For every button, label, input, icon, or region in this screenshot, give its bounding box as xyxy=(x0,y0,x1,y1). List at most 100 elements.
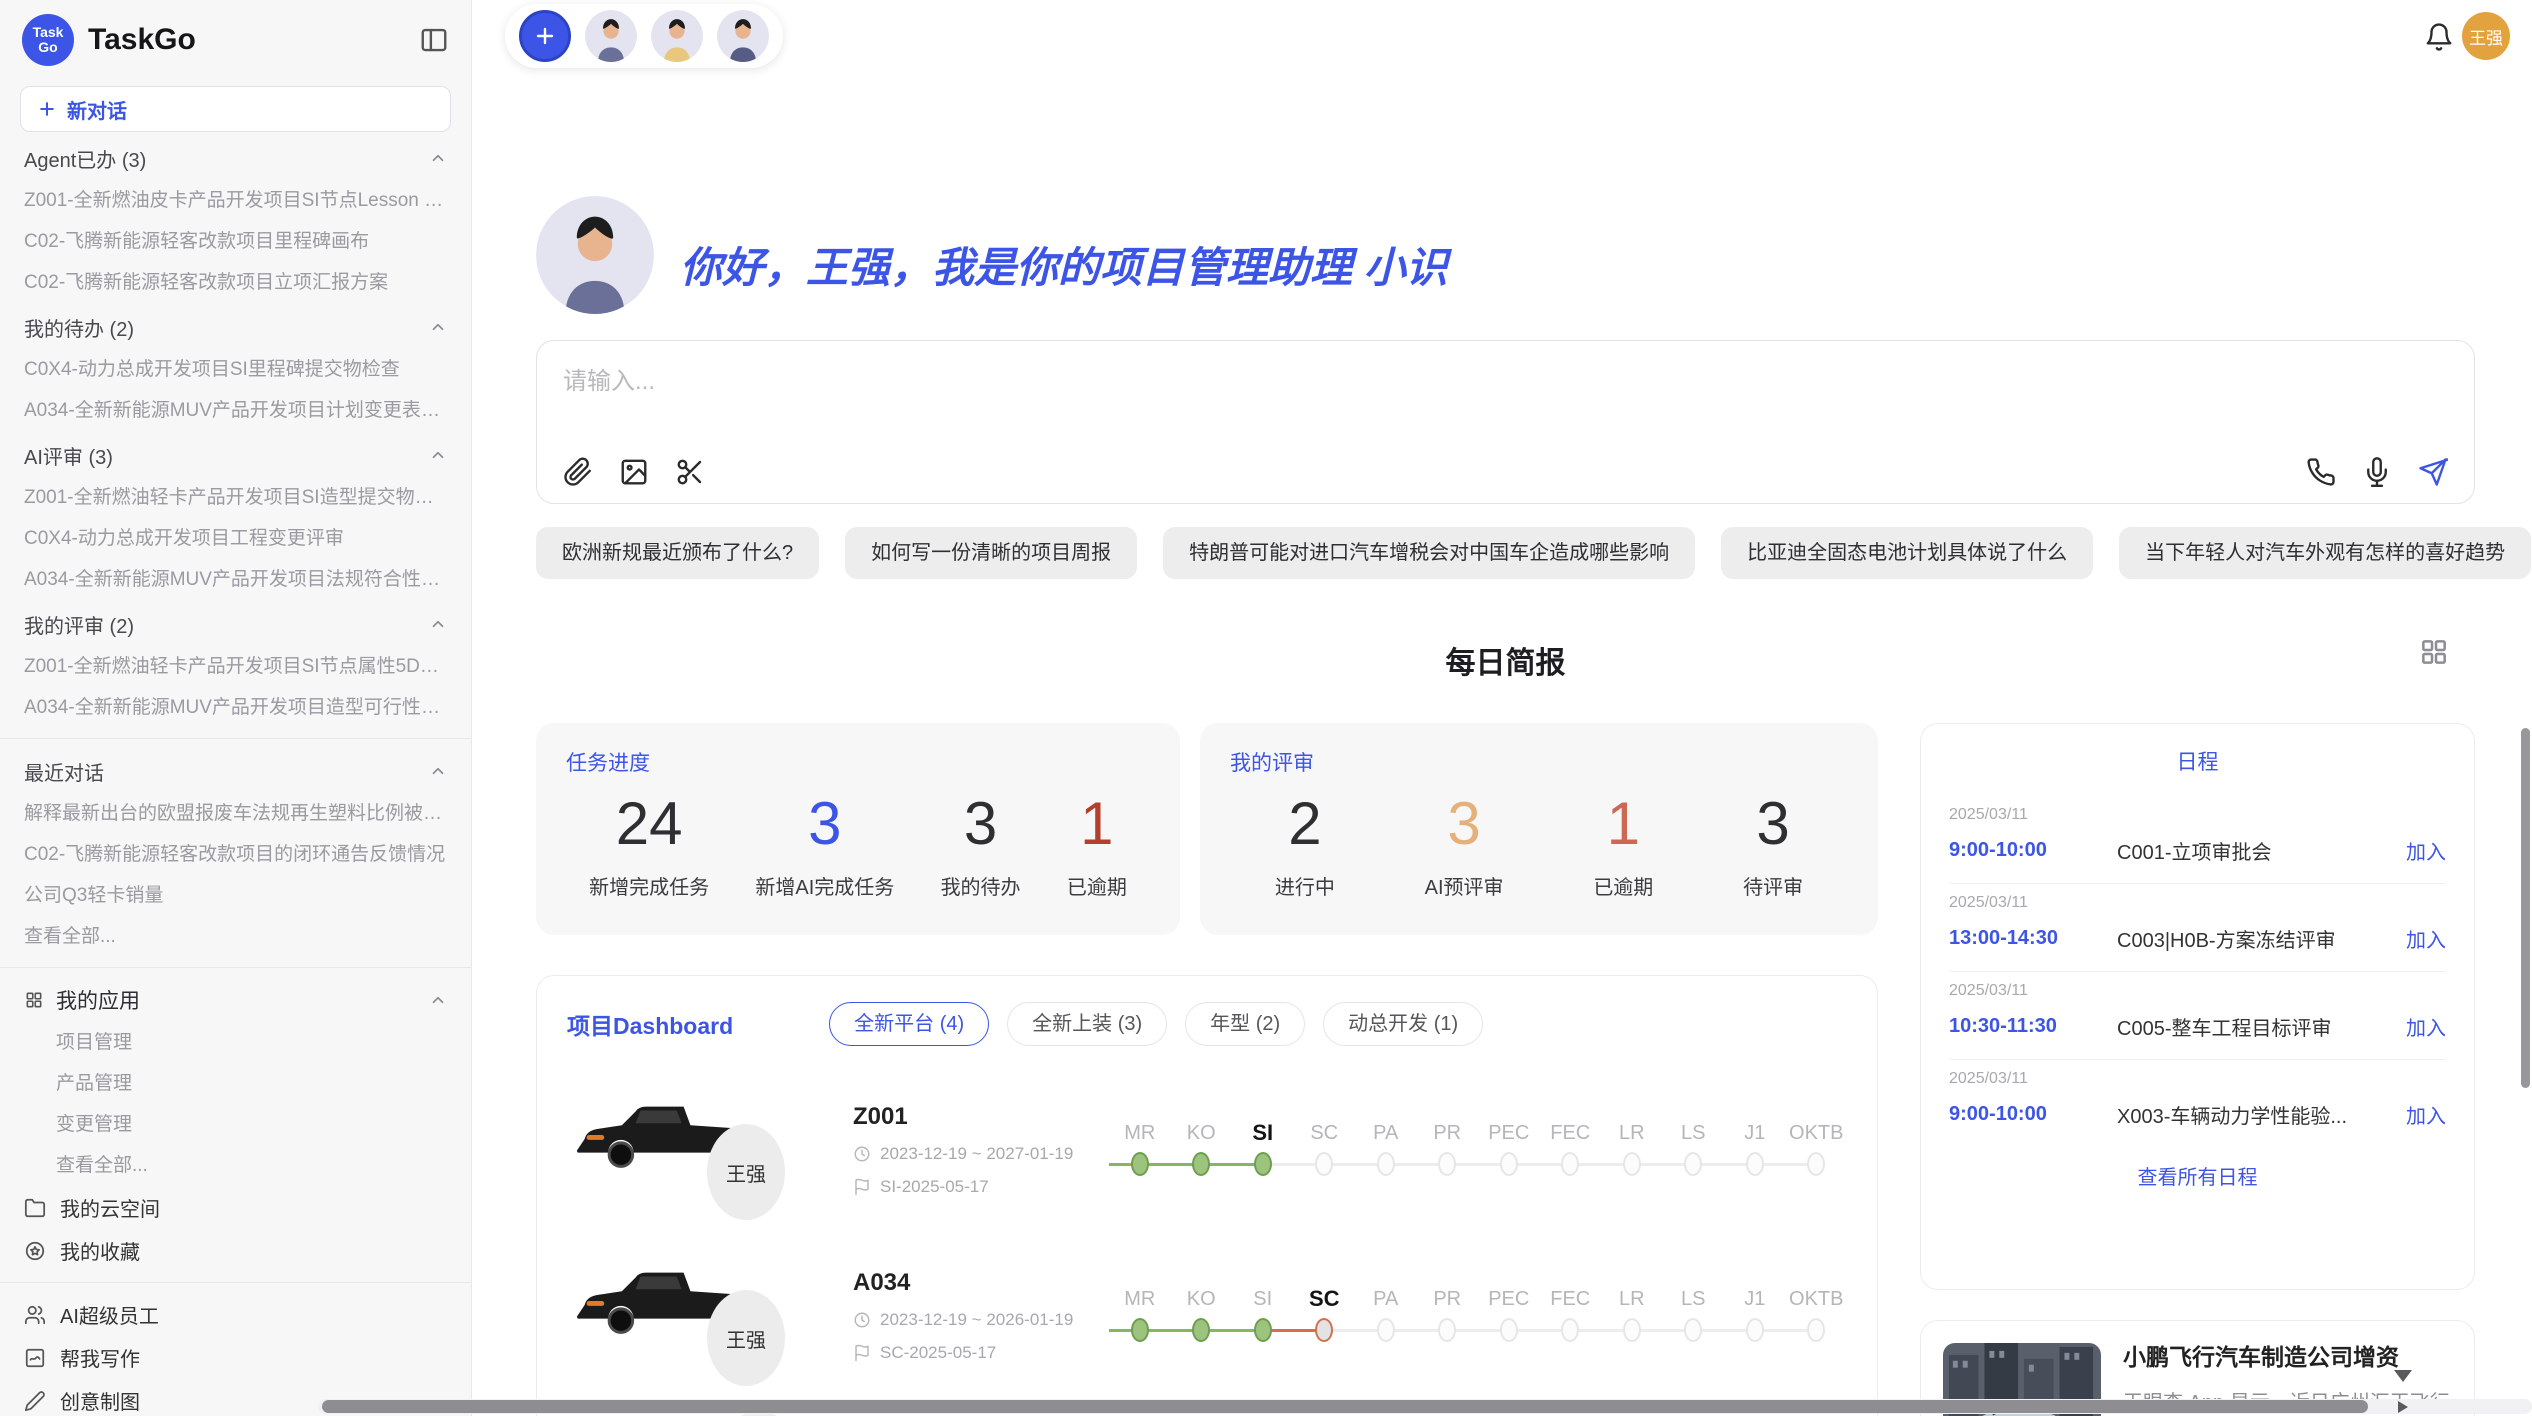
milestone-dot xyxy=(1746,1318,1764,1342)
paperclip-icon[interactable] xyxy=(563,457,593,487)
dashboard-tab[interactable]: 动总开发 (1) xyxy=(1323,1002,1483,1046)
scroll-down-arrow-icon[interactable] xyxy=(2394,1370,2412,1382)
sidebar-task-item[interactable]: Z001-全新燃油皮卡产品开发项目SI节点Lesson Learn报告 xyxy=(24,180,447,221)
phone-icon[interactable] xyxy=(2306,457,2336,487)
recent-conversation-item[interactable]: C02-飞腾新能源轻客改款项目的闭环通告反馈情况 xyxy=(24,834,447,875)
sidebar-task-item[interactable]: Z001-全新燃油轻卡产品开发项目SI造型提交物评审 xyxy=(24,477,447,518)
project-row[interactable]: 王强Z0012023-12-19 ~ 2027-01-19SI-2025-05-… xyxy=(567,1080,1847,1220)
stat: 1已逾期 xyxy=(1067,791,1127,900)
milestone-label: J1 xyxy=(1724,1118,1786,1148)
stat: 3我的待办 xyxy=(941,791,1021,900)
milestone-dot xyxy=(1746,1152,1764,1176)
recent-conversation-item[interactable]: 解释最新出台的欧盟报废车法规再生塑料比例被调至15%... xyxy=(24,793,447,834)
sidebar-task-item[interactable]: A034-全新新能源MUV产品开发项目造型可行性评审 xyxy=(24,687,447,728)
contact-avatar[interactable] xyxy=(717,10,769,62)
chat-input[interactable] xyxy=(563,361,2163,425)
flag-icon xyxy=(853,1344,871,1362)
project-row[interactable]: 王强A0342023-12-19 ~ 2026-01-19SC-2025-05-… xyxy=(567,1246,1847,1386)
pill-add-button[interactable] xyxy=(519,10,571,62)
briefing-cards: 任务进度24新增完成任务3新增AI完成任务3我的待办1已逾期我的评审2进行中3A… xyxy=(536,723,1878,935)
user-avatar[interactable]: 王强 xyxy=(2462,12,2510,60)
recent-conversation-item[interactable]: 查看全部... xyxy=(24,916,447,957)
sidebar-task-item[interactable]: A034-全新新能源MUV产品开发项目计划变更表编写 xyxy=(24,390,447,431)
stat: 24新增完成任务 xyxy=(589,791,709,900)
milestone-track xyxy=(1109,1148,1171,1182)
milestone-track xyxy=(1171,1148,1233,1182)
join-meeting-link[interactable]: 加入 xyxy=(2406,1012,2446,1041)
flag-icon xyxy=(853,1178,871,1196)
sidebar-task-item[interactable]: C02-飞腾新能源轻客改款项目立项汇报方案 xyxy=(24,262,447,303)
scissors-icon[interactable] xyxy=(675,457,705,487)
join-meeting-link[interactable]: 加入 xyxy=(2406,1100,2446,1129)
schedule-entry[interactable]: 2025/03/119:00-10:00X003-车辆动力学性能验...加入 xyxy=(1949,1060,2446,1147)
project-name: A034 xyxy=(853,1269,1103,1297)
milestone-track xyxy=(1663,1314,1725,1348)
milestone-label: KO xyxy=(1171,1284,1233,1314)
sidebar-task-item[interactable]: Z001-全新燃油轻卡产品开发项目SI节点属性5D文件评审 xyxy=(24,646,447,687)
mic-icon[interactable] xyxy=(2362,457,2392,487)
horizontal-scrollbar-thumb[interactable] xyxy=(322,1400,2368,1413)
project-info: A034 2023-12-19 ~ 2026-01-19 SC-2025-05-17 xyxy=(853,1269,1103,1363)
sidebar-task-item[interactable]: A034-全新新能源MUV产品开发项目法规符合性评审 xyxy=(24,559,447,600)
milestone-node: J1 xyxy=(1724,1118,1786,1182)
app-item[interactable]: 查看全部... xyxy=(56,1145,447,1186)
schedule-entry[interactable]: 2025/03/119:00-10:00C001-立项审批会加入 xyxy=(1949,796,2446,884)
recent-conversation-item[interactable]: 公司Q3轻卡销量 xyxy=(24,875,447,916)
suggestion-chip[interactable]: 比亚迪全固态电池计划具体说了什么 xyxy=(1721,527,2093,579)
sidebar-section-header[interactable]: AI评审 (3) xyxy=(24,433,447,477)
recent-header[interactable]: 最近对话 xyxy=(24,749,447,793)
vertical-scrollbar-thumb[interactable] xyxy=(2521,728,2530,1088)
suggestion-chip[interactable]: 特朗普可能对进口汽车增税会对中国车企造成哪些影响 xyxy=(1163,527,1695,579)
sidebar-section-header[interactable]: 我的待办 (2) xyxy=(24,305,447,349)
milestone-dot xyxy=(1807,1152,1825,1176)
image-icon[interactable] xyxy=(619,457,649,487)
sidebar-task-item[interactable]: C02-飞腾新能源轻客改款项目里程碑画布 xyxy=(24,221,447,262)
sidebar-task-item[interactable]: C0X4-动力总成开发项目工程变更评审 xyxy=(24,518,447,559)
new-chat-button[interactable]: 新对话 xyxy=(20,86,451,132)
dashboard-tab[interactable]: 全新平台 (4) xyxy=(829,1002,989,1046)
stat-card-我的评审: 我的评审2进行中3AI预评审1已逾期3待评审 xyxy=(1200,723,1878,935)
send-icon[interactable] xyxy=(2418,457,2448,487)
sidebar-section-header[interactable]: Agent已办 (3) xyxy=(24,136,447,180)
sidebar-link-我的收藏[interactable]: 我的收藏 xyxy=(24,1229,447,1272)
sidebar-task-item[interactable]: C0X4-动力总成开发项目SI里程碑提交物检查 xyxy=(24,349,447,390)
app-item[interactable]: 变更管理 xyxy=(56,1104,447,1145)
scroll-right-arrow-icon[interactable] xyxy=(2398,1401,2408,1413)
contact-avatar[interactable] xyxy=(651,10,703,62)
suggestion-chip[interactable]: 如何写一份清晰的项目周报 xyxy=(845,527,1137,579)
schedule-entry[interactable]: 2025/03/1110:30-11:30C005-整车工程目标评审加入 xyxy=(1949,972,2446,1060)
milestone-dot xyxy=(1684,1152,1702,1176)
join-meeting-link[interactable]: 加入 xyxy=(2406,924,2446,953)
milestone-label: SI xyxy=(1232,1118,1294,1148)
dashboard-tab[interactable]: 全新上装 (3) xyxy=(1007,1002,1167,1046)
contact-avatar[interactable] xyxy=(585,10,637,62)
app-item[interactable]: 产品管理 xyxy=(56,1063,447,1104)
milestone-dot xyxy=(1192,1318,1210,1342)
app-item[interactable]: 项目管理 xyxy=(56,1022,447,1063)
stat-value: 3 xyxy=(1756,791,1789,857)
project-date-range: 2023-12-19 ~ 2026-01-19 xyxy=(880,1310,1073,1330)
schedule-date: 2025/03/11 xyxy=(1949,806,2446,824)
bell-icon[interactable] xyxy=(2424,22,2454,52)
stat-label: 待评审 xyxy=(1743,871,1803,900)
dashboard-tab[interactable]: 年型 (2) xyxy=(1185,1002,1305,1046)
stat: 3 待评审 xyxy=(1743,791,1803,900)
suggestion-chip[interactable]: 当下年轻人对汽车外观有怎样的喜好趋势 xyxy=(2119,527,2531,579)
my-apps-header[interactable]: 我的应用 xyxy=(24,978,447,1022)
join-meeting-link[interactable]: 加入 xyxy=(2406,836,2446,865)
tool-link-帮我写作[interactable]: 帮我写作 xyxy=(24,1336,447,1379)
project-flag: SC-2025-05-17 xyxy=(853,1343,1103,1363)
tool-link-AI超级员工[interactable]: AI超级员工 xyxy=(24,1293,447,1336)
sidebar-link-我的云空间[interactable]: 我的云空间 xyxy=(24,1186,447,1229)
sidebar-section-header[interactable]: 我的评审 (2) xyxy=(24,602,447,646)
view-all-schedule-link[interactable]: 查看所有日程 xyxy=(1949,1161,2446,1190)
stat-row: 24新增完成任务3新增AI完成任务3我的待办1已逾期 xyxy=(566,791,1150,900)
layout-grid-icon[interactable] xyxy=(2418,636,2450,668)
schedule-entry[interactable]: 2025/03/1113:00-14:30C003|H0B-方案冻结评审加入 xyxy=(1949,884,2446,972)
suggestion-chip[interactable]: 欧洲新规最近颁布了什么? xyxy=(536,527,819,579)
project-date-range: 2023-12-19 ~ 2027-01-19 xyxy=(880,1144,1073,1164)
milestone-timeline: MRKOSISCPAPRPECFECLRLSJ1OKTB xyxy=(1109,1118,1847,1182)
milestone-node: SI xyxy=(1232,1284,1294,1348)
collapse-sidebar-icon[interactable] xyxy=(419,25,449,55)
schedule-time: 9:00-10:00 xyxy=(1949,1103,2117,1126)
